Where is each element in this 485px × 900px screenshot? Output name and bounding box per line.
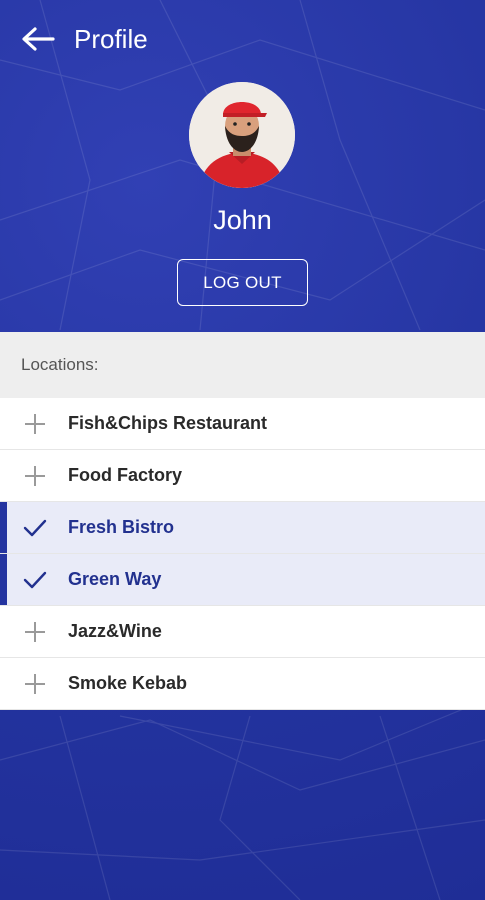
page-title: Profile	[74, 23, 148, 54]
location-item-selected[interactable]: Fresh Bistro	[0, 502, 485, 554]
location-item[interactable]: Smoke Kebab	[0, 658, 485, 710]
locations-panel: Locations: Fish&Chips Restaurant Food Fa…	[0, 332, 485, 710]
profile-header: Profile John LOG OUT	[0, 0, 485, 332]
plus-icon	[21, 618, 49, 646]
locations-heading: Locations:	[0, 332, 485, 398]
user-name: John	[213, 205, 272, 235]
location-label: Smoke Kebab	[68, 673, 188, 693]
plus-icon	[21, 410, 49, 438]
location-label: Fish&Chips Restaurant	[68, 413, 268, 433]
avatar	[189, 82, 295, 188]
location-label: Jazz&Wine	[68, 621, 162, 641]
top-bar: Profile	[0, 0, 485, 78]
location-label: Fresh Bistro	[68, 517, 175, 537]
plus-icon	[21, 670, 49, 698]
plus-icon	[21, 462, 49, 490]
location-item-selected[interactable]: Green Way	[0, 554, 485, 606]
logout-button[interactable]: LOG OUT	[177, 259, 308, 306]
check-icon	[21, 566, 49, 594]
location-label: Green Way	[68, 569, 162, 589]
back-arrow-icon[interactable]	[18, 19, 58, 59]
location-item[interactable]: Jazz&Wine	[0, 606, 485, 658]
location-item[interactable]: Food Factory	[0, 450, 485, 502]
check-icon	[21, 514, 49, 542]
location-item[interactable]: Fish&Chips Restaurant	[0, 398, 485, 450]
location-label: Food Factory	[68, 465, 183, 485]
